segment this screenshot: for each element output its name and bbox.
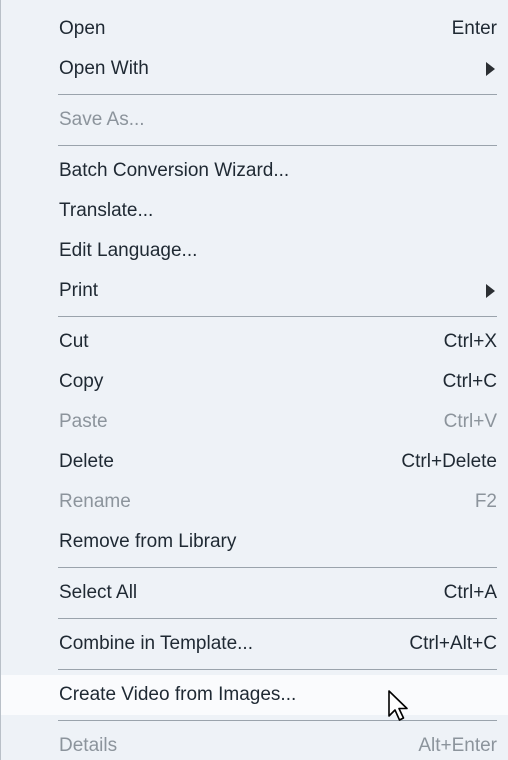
menu-item-translate[interactable]: Translate... — [1, 191, 508, 231]
menu-item-details: Details Alt+Enter — [1, 726, 508, 760]
menu-item-edit-language[interactable]: Edit Language... — [1, 231, 508, 271]
menu-separator — [58, 669, 497, 670]
menu-item-shortcut: Ctrl+C — [442, 371, 497, 392]
menu-item-shortcut: Ctrl+Alt+C — [409, 633, 497, 654]
menu-item-shortcut: Enter — [451, 18, 497, 39]
mouse-pointer-icon — [388, 690, 408, 721]
menu-item-label: Edit Language... — [59, 240, 198, 261]
menu-item-print[interactable]: Print — [1, 271, 508, 311]
menu-item-label: Create Video from Images... — [59, 684, 297, 705]
menu-item-cut[interactable]: Cut Ctrl+X — [1, 322, 508, 362]
menu-item-batch-conversion-wizard[interactable]: Batch Conversion Wizard... — [1, 151, 508, 191]
menu-item-shortcut: Ctrl+X — [443, 331, 497, 352]
menu-item-shortcut: Alt+Enter — [418, 735, 497, 756]
menu-separator — [58, 145, 497, 146]
menu-separator — [58, 567, 497, 568]
menu-item-label: Cut — [59, 331, 89, 352]
menu-item-shortcut: Ctrl+A — [443, 582, 497, 603]
menu-item-remove-from-library[interactable]: Remove from Library — [1, 522, 508, 562]
context-menu: Open Enter Open With Save As... Batch Conver… — [0, 0, 508, 760]
menu-item-label: Combine in Template... — [59, 633, 253, 654]
menu-item-label: Delete — [59, 451, 114, 472]
menu-item-save-as: Save As... — [1, 100, 508, 140]
menu-item-create-video-from-images[interactable]: Create Video from Images... — [1, 675, 508, 715]
menu-separator — [58, 618, 497, 619]
menu-item-label: Rename — [59, 491, 131, 512]
menu-item-shortcut: Ctrl+Delete — [401, 451, 497, 472]
menu-item-label: Batch Conversion Wizard... — [59, 160, 290, 181]
menu-item-combine-in-template[interactable]: Combine in Template... Ctrl+Alt+C — [1, 624, 508, 664]
menu-item-copy[interactable]: Copy Ctrl+C — [1, 362, 508, 402]
menu-item-shortcut: Ctrl+V — [443, 411, 497, 432]
menu-item-label: Details — [59, 735, 118, 756]
menu-separator — [58, 720, 497, 721]
menu-item-label: Open — [59, 18, 106, 39]
menu-item-label: Remove from Library — [59, 531, 237, 552]
menu-item-shortcut: F2 — [474, 491, 497, 512]
menu-item-label: Translate... — [59, 200, 154, 221]
menu-item-paste: Paste Ctrl+V — [1, 402, 508, 442]
menu-item-label: Select All — [59, 582, 138, 603]
menu-item-rename: Rename F2 — [1, 482, 508, 522]
menu-item-select-all[interactable]: Select All Ctrl+A — [1, 573, 508, 613]
submenu-arrow-icon — [486, 62, 495, 76]
menu-item-delete[interactable]: Delete Ctrl+Delete — [1, 442, 508, 482]
menu-item-label: Save As... — [59, 109, 145, 130]
menu-item-open[interactable]: Open Enter — [1, 9, 508, 49]
menu-separator — [58, 94, 497, 95]
menu-item-label: Copy — [59, 371, 104, 392]
submenu-arrow-icon — [486, 284, 495, 298]
menu-item-open-with[interactable]: Open With — [1, 49, 508, 89]
menu-item-label: Open With — [59, 58, 149, 79]
menu-separator — [58, 316, 497, 317]
menu-item-label: Print — [59, 280, 99, 301]
menu-item-label: Paste — [59, 411, 108, 432]
